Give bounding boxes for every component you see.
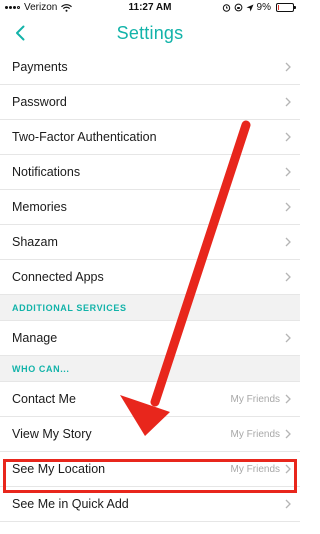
settings-row-memories[interactable]: Memories — [0, 190, 300, 225]
section-header-additional-services: ADDITIONAL SERVICES — [0, 295, 300, 321]
settings-row-shazam[interactable]: Shazam — [0, 225, 300, 260]
status-bar: Verizon 11:27 AM 9% — [0, 0, 300, 16]
row-label: Contact Me — [12, 392, 76, 406]
chevron-right-icon — [285, 394, 291, 404]
row-label: Payments — [12, 60, 68, 74]
location-arrow-icon — [246, 4, 254, 11]
chevron-right-icon — [285, 132, 291, 142]
row-label: Memories — [12, 200, 67, 214]
settings-list: Payments Password Two-Factor Authenticat… — [0, 50, 300, 522]
battery-percent: 9% — [256, 2, 271, 13]
chevron-right-icon — [285, 429, 291, 439]
battery-icon — [276, 3, 296, 12]
page-title: Settings — [116, 23, 184, 43]
chevron-right-icon — [285, 272, 291, 282]
lock-rotation-icon — [234, 3, 242, 12]
row-label: Password — [12, 95, 67, 109]
row-value: My Friends — [230, 393, 280, 405]
chevron-right-icon — [285, 167, 291, 177]
section-header-who-can: WHO CAN... — [0, 356, 300, 382]
chevron-right-icon — [285, 333, 291, 343]
section-label: WHO CAN... — [12, 363, 70, 374]
settings-row-view-my-story[interactable]: View My Story My Friends — [0, 417, 300, 452]
chevron-right-icon — [285, 464, 291, 474]
settings-row-payments[interactable]: Payments — [0, 50, 300, 85]
chevron-right-icon — [285, 237, 291, 247]
settings-row-connected-apps[interactable]: Connected Apps — [0, 260, 300, 295]
row-label: View My Story — [12, 427, 92, 441]
settings-row-see-my-location[interactable]: See My Location My Friends — [0, 452, 300, 487]
status-right: 9% — [222, 2, 296, 13]
settings-row-manage[interactable]: Manage — [0, 321, 300, 356]
row-label: See My Location — [12, 462, 106, 476]
row-label: Notifications — [12, 165, 81, 179]
settings-row-two-factor[interactable]: Two-Factor Authentication — [0, 120, 300, 155]
row-value: My Friends — [230, 463, 280, 475]
chevron-right-icon — [285, 499, 291, 509]
chevron-right-icon — [285, 97, 291, 107]
settings-row-password[interactable]: Password — [0, 85, 300, 120]
chevron-right-icon — [285, 62, 291, 72]
row-label: See Me in Quick Add — [12, 497, 129, 511]
chevron-right-icon — [285, 202, 291, 212]
row-label: Shazam — [12, 235, 58, 249]
section-label: ADDITIONAL SERVICES — [12, 302, 127, 313]
settings-row-contact-me[interactable]: Contact Me My Friends — [0, 382, 300, 417]
row-label: Connected Apps — [12, 270, 104, 284]
alarm-icon — [222, 4, 230, 12]
settings-row-notifications[interactable]: Notifications — [0, 155, 300, 190]
settings-row-see-me-in-quick-add[interactable]: See Me in Quick Add — [0, 487, 300, 522]
row-value: My Friends — [230, 428, 280, 440]
nav-bar: Settings — [0, 16, 300, 50]
row-label: Manage — [12, 331, 58, 345]
row-label: Two-Factor Authentication — [12, 130, 157, 144]
